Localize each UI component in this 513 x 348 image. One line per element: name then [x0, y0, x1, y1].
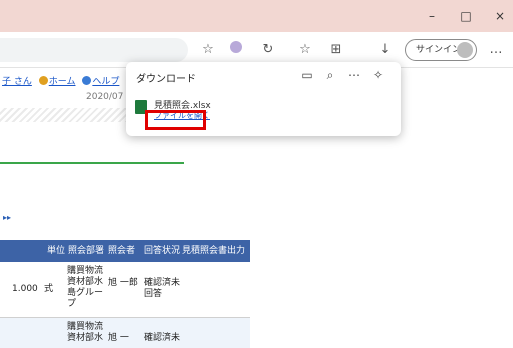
more-menu-button[interactable]: …: [486, 40, 506, 60]
cell-unit: 式: [44, 284, 54, 294]
avatar: [457, 42, 473, 58]
download-icon[interactable]: ↓: [375, 40, 395, 60]
header-person: 照会者: [108, 246, 136, 256]
pager-arrows[interactable]: ▸▸: [3, 213, 11, 222]
page-date: 2020/07: [86, 92, 124, 102]
cell-person: 旭 一郎: [108, 278, 138, 288]
more-icon[interactable]: ⋯: [346, 68, 362, 82]
table-header: 単位 照会部署 照会者 回答状況 見積照会書出力日: [0, 240, 250, 278]
highlight-box: [145, 110, 206, 130]
refresh-icon[interactable]: ↻: [258, 40, 278, 60]
signin-button[interactable]: サインイン: [405, 39, 477, 61]
table-row[interactable]: 購買物流資材部水 旭 一 確認済未: [0, 318, 250, 348]
address-bar[interactable]: [0, 38, 188, 62]
close-button[interactable]: ×: [486, 6, 513, 26]
user-name-link[interactable]: 子 さん: [2, 77, 32, 87]
favorites-icon[interactable]: ☆: [295, 40, 315, 60]
header-status: 回答状況: [144, 246, 181, 256]
table-row[interactable]: 1.000 式 購買物流資材部水島グループ 旭 一郎 確認済未回答: [0, 262, 250, 318]
title-bar: – □ ×: [0, 0, 513, 32]
nav-links: 子 さん ホーム ヘルプ: [2, 74, 123, 87]
cell-person: 旭 一: [108, 333, 129, 343]
favorite-star-icon[interactable]: ☆: [198, 40, 218, 60]
help-icon: [82, 76, 92, 85]
hatched-band: [0, 108, 130, 122]
home-icon: [38, 76, 48, 85]
collections-icon[interactable]: ⊞: [326, 40, 346, 60]
extension-icon[interactable]: [226, 40, 246, 60]
signin-label: サインイン: [416, 45, 462, 55]
cell-qty: 1.000: [12, 284, 38, 294]
pin-icon[interactable]: ✧: [370, 68, 386, 82]
downloads-title: ダウンロード: [136, 74, 196, 85]
folder-icon[interactable]: ▭: [299, 68, 315, 82]
header-dept: 照会部署: [68, 246, 105, 256]
cell-status: 確認済未: [144, 333, 181, 343]
cell-dept: 購買物流資材部水: [67, 322, 104, 343]
search-icon[interactable]: ⌕: [322, 68, 338, 83]
help-link[interactable]: ヘルプ: [92, 77, 119, 87]
header-unit: 単位: [47, 246, 66, 256]
minimize-button[interactable]: –: [418, 6, 446, 26]
maximize-button[interactable]: □: [452, 6, 480, 26]
home-link[interactable]: ホーム: [49, 77, 76, 87]
cell-dept: 購買物流資材部水島グループ: [67, 266, 104, 309]
section-divider: [0, 162, 184, 164]
cell-status: 確認済未回答: [144, 278, 181, 299]
